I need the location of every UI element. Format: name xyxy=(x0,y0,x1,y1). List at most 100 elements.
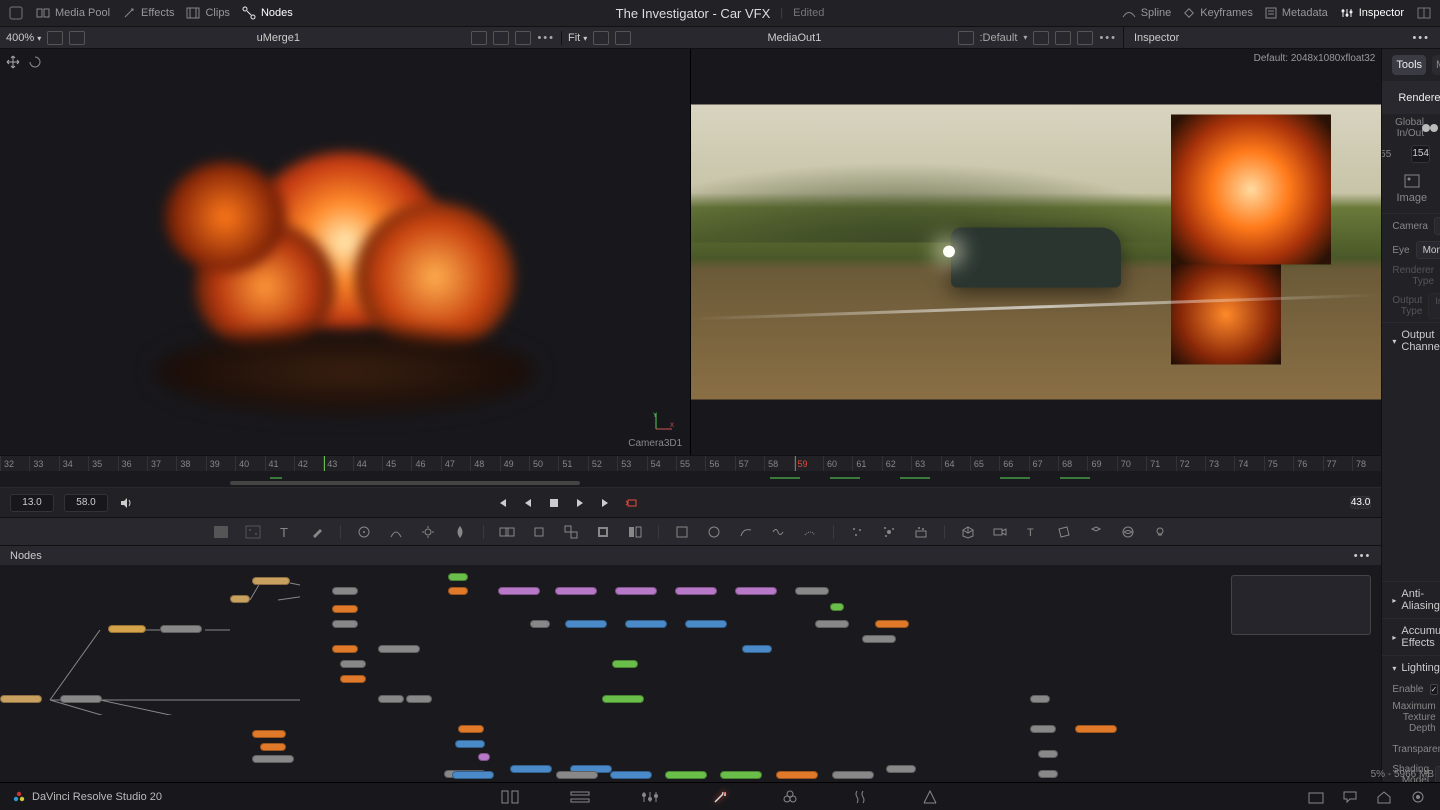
vh-icon[interactable] xyxy=(1077,31,1093,45)
range-in[interactable]: 13.0 xyxy=(10,494,54,512)
deliver-page-icon[interactable] xyxy=(920,788,940,806)
channelbool-tool-icon[interactable] xyxy=(626,523,644,541)
metadata-tab[interactable]: Metadata xyxy=(1265,7,1328,19)
merge-tool-icon[interactable] xyxy=(498,523,516,541)
lighting-section[interactable]: ▾Lighting xyxy=(1382,655,1440,680)
left-viewer[interactable]: YX Camera3D1 xyxy=(0,49,691,455)
effects-tab[interactable]: Effects xyxy=(122,6,174,20)
tools-tab[interactable]: Tools xyxy=(1392,55,1426,75)
global-out[interactable]: 154 xyxy=(1411,145,1430,163)
eye-label: Eye xyxy=(1392,245,1409,256)
workspace-icon[interactable] xyxy=(8,5,24,21)
play-reverse-button[interactable] xyxy=(520,495,536,511)
image-subtab[interactable]: Image xyxy=(1397,174,1428,209)
imageplane3d-tool-icon[interactable] xyxy=(1055,523,1073,541)
transform-tool-icon[interactable] xyxy=(530,523,548,541)
pEmitter-tool-icon[interactable] xyxy=(880,523,898,541)
renderer3d-tool-icon[interactable] xyxy=(1119,523,1137,541)
lighting-check[interactable]: ✓ xyxy=(1430,684,1439,695)
matte-tool-icon[interactable] xyxy=(594,523,612,541)
current-frame[interactable]: 43.0 xyxy=(1350,496,1371,509)
range-out[interactable]: 58.0 xyxy=(64,494,108,512)
last-frame-button[interactable] xyxy=(598,495,614,511)
polygon-mask-icon[interactable] xyxy=(737,523,755,541)
bspline-mask-icon[interactable] xyxy=(769,523,787,541)
ellipse-mask-icon[interactable] xyxy=(705,523,723,541)
anti-aliasing-section[interactable]: ▸Anti-Aliasing xyxy=(1382,581,1440,618)
background-tool-icon[interactable] xyxy=(212,523,230,541)
accumulation-section[interactable]: ▸Accumulation Effects xyxy=(1382,618,1440,655)
layout-icon[interactable] xyxy=(1416,5,1432,21)
node-name[interactable]: Renderer3D1 xyxy=(1398,92,1440,104)
media-pool-tab[interactable]: Media Pool xyxy=(36,7,110,19)
play-button[interactable] xyxy=(572,495,588,511)
fusion-page-icon[interactable] xyxy=(710,788,730,806)
blur-tool-icon[interactable] xyxy=(451,523,469,541)
vh-icon[interactable] xyxy=(493,31,509,45)
paint-tool-icon[interactable] xyxy=(308,523,326,541)
track-bar[interactable] xyxy=(0,471,1381,487)
home-icon[interactable] xyxy=(1374,788,1394,806)
rectangle-mask-icon[interactable] xyxy=(673,523,691,541)
camera3d-tool-icon[interactable] xyxy=(991,523,1009,541)
camera-dropdown[interactable]: Default xyxy=(1434,217,1440,235)
settings-icon[interactable] xyxy=(1408,788,1428,806)
media-page-icon[interactable] xyxy=(500,788,520,806)
keyframes-tab[interactable]: Keyframes xyxy=(1183,7,1253,19)
text-tool-icon[interactable]: T xyxy=(276,523,294,541)
shape3d-tool-icon[interactable] xyxy=(959,523,977,541)
light-tool-icon[interactable] xyxy=(1151,523,1169,541)
chat-icon[interactable] xyxy=(1340,788,1360,806)
nodes-tab[interactable]: Nodes xyxy=(242,6,293,20)
rotate-tool-icon[interactable] xyxy=(26,53,44,71)
node-graph[interactable] xyxy=(0,565,1381,810)
more-icon[interactable]: ••• xyxy=(537,32,555,44)
vh-icon[interactable] xyxy=(1055,31,1071,45)
tracker-tool-icon[interactable] xyxy=(355,523,373,541)
color-page-icon[interactable] xyxy=(780,788,800,806)
text3d-tool-icon[interactable]: T xyxy=(1023,523,1041,541)
right-viewer[interactable]: Default: 2048x1080xfloat32 xyxy=(691,49,1381,455)
vh-icon[interactable] xyxy=(69,31,85,45)
timeline-ruler[interactable]: 3233343536373839404142434445464748495051… xyxy=(0,455,1381,471)
first-frame-button[interactable] xyxy=(494,495,510,511)
right-zoom[interactable]: Fit ▾ xyxy=(568,32,587,44)
move-tool-icon[interactable] xyxy=(4,53,22,71)
edit-page-icon[interactable] xyxy=(640,788,660,806)
project-manager-icon[interactable] xyxy=(1306,788,1326,806)
stop-button[interactable] xyxy=(546,495,562,511)
left-zoom[interactable]: 400% ▾ xyxy=(6,32,41,44)
vh-icon[interactable] xyxy=(471,31,487,45)
audio-icon[interactable] xyxy=(118,495,134,511)
particles-tool-icon[interactable] xyxy=(848,523,866,541)
clips-tab[interactable]: Clips xyxy=(186,7,229,19)
fastnoise-tool-icon[interactable] xyxy=(244,523,262,541)
brightness-tool-icon[interactable] xyxy=(419,523,437,541)
more-icon[interactable]: ••• xyxy=(1354,550,1372,562)
cut-page-icon[interactable] xyxy=(570,788,590,806)
spline-tab[interactable]: Spline xyxy=(1122,7,1172,19)
vh-icon[interactable] xyxy=(47,31,63,45)
inspector-tab[interactable]: Inspector xyxy=(1340,6,1404,20)
vh-icon[interactable] xyxy=(1033,31,1049,45)
minimap[interactable] xyxy=(1231,575,1371,635)
more-icon[interactable]: ••• xyxy=(1099,32,1117,44)
colorcorrect-tool-icon[interactable] xyxy=(387,523,405,541)
pRender-tool-icon[interactable] xyxy=(912,523,930,541)
resize-tool-icon[interactable] xyxy=(562,523,580,541)
merge3d-tool-icon[interactable] xyxy=(1087,523,1105,541)
vh-icon[interactable] xyxy=(958,31,974,45)
loop-button[interactable] xyxy=(624,495,640,511)
svg-text:Y: Y xyxy=(653,413,657,419)
fairlight-page-icon[interactable] xyxy=(850,788,870,806)
vh-icon[interactable] xyxy=(515,31,531,45)
vh-icon[interactable] xyxy=(615,31,631,45)
default-label[interactable]: :Default xyxy=(980,32,1018,44)
vh-icon[interactable] xyxy=(593,31,609,45)
wand-mask-icon[interactable] xyxy=(801,523,819,541)
more-icon[interactable]: ••• xyxy=(1412,32,1430,44)
modifiers-tab[interactable]: Modifiers xyxy=(1432,55,1440,75)
eye-dropdown[interactable]: Mono xyxy=(1416,241,1440,259)
output-channel-row: Object ID xyxy=(1382,443,1440,473)
output-channels-section[interactable]: ▾Output Channels xyxy=(1382,322,1440,359)
